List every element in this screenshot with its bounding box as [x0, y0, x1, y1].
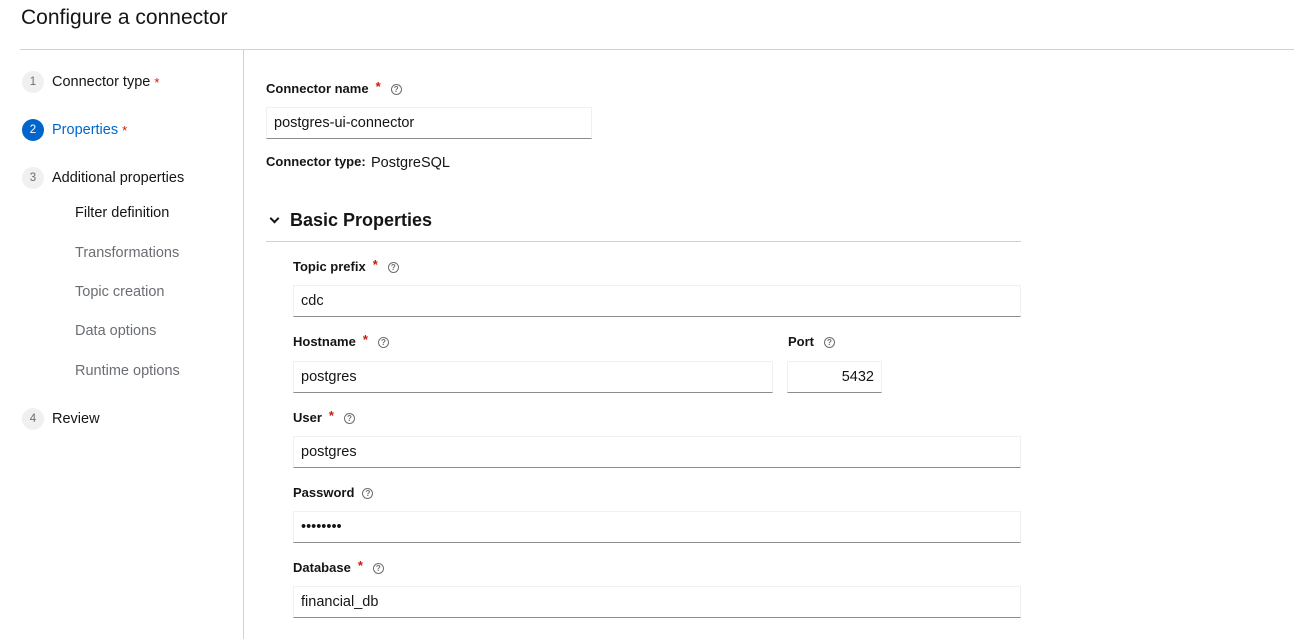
required-marker: * [375, 79, 381, 94]
section-divider [266, 241, 1021, 242]
step-label: Review [52, 411, 100, 427]
help-circle-icon[interactable]: ? [362, 488, 374, 499]
nav-sub-runtime-options[interactable]: Runtime options [75, 363, 180, 379]
required-marker: * [357, 558, 363, 573]
topic-prefix-label: Topic prefix * ? [293, 257, 399, 274]
step-number: 3 [22, 167, 44, 189]
connector-type-value: PostgreSQL [371, 155, 450, 171]
page-title: Configure a connector [21, 6, 228, 29]
required-marker: * [122, 122, 128, 138]
topic-prefix-input[interactable] [293, 285, 1021, 317]
user-input[interactable] [293, 436, 1021, 468]
help-circle-icon[interactable]: ? [343, 413, 355, 424]
step-label: Properties [52, 122, 119, 138]
step-number: 1 [22, 71, 44, 93]
nav-step-properties[interactable]: 2 Properties * [22, 119, 127, 141]
help-circle-icon[interactable]: ? [387, 262, 399, 273]
basic-properties-toggle[interactable]: Basic Properties [268, 210, 432, 231]
topic-prefix-label-text: Topic prefix [293, 259, 366, 274]
hostname-label: Hostname * ? [293, 332, 389, 349]
port-label-text: Port [788, 334, 814, 349]
database-label: Database * ? [293, 558, 384, 575]
help-circle-icon[interactable]: ? [377, 337, 389, 348]
nav-step-review[interactable]: 4 Review [22, 408, 100, 430]
database-label-text: Database [293, 560, 351, 575]
chevron-down-icon [269, 213, 280, 224]
help-circle-icon[interactable]: ? [372, 563, 384, 574]
section-title: Basic Properties [290, 210, 433, 230]
nav-sub-filter-definition[interactable]: Filter definition [75, 205, 169, 221]
connector-type-label: Connector type: [266, 154, 366, 169]
help-circle-icon[interactable]: ? [390, 84, 402, 95]
user-label: User * ? [293, 408, 355, 425]
required-marker: * [154, 74, 160, 90]
password-input[interactable] [293, 511, 1021, 543]
wizard-nav: 1 Connector type * 2 Properties * 3 Addi… [0, 50, 244, 639]
nav-sub-data-options[interactable]: Data options [75, 323, 156, 339]
port-label: Port ? [788, 334, 835, 349]
password-label-text: Password [293, 485, 355, 500]
port-input[interactable] [787, 361, 882, 393]
hostname-input[interactable] [293, 361, 773, 393]
required-marker: * [362, 332, 368, 347]
connector-name-input[interactable] [266, 107, 592, 139]
step-number: 2 [22, 119, 44, 141]
nav-step-additional-properties[interactable]: 3 Additional properties [22, 167, 184, 189]
nav-sub-topic-creation[interactable]: Topic creation [75, 284, 164, 300]
step-label: Additional properties [52, 170, 185, 186]
step-number: 4 [22, 408, 44, 430]
connector-name-label-text: Connector name [266, 81, 369, 96]
required-marker: * [328, 408, 334, 423]
user-label-text: User [293, 410, 322, 425]
password-label: Password ? [293, 485, 374, 500]
required-marker: * [372, 257, 378, 272]
hostname-label-text: Hostname [293, 334, 356, 349]
help-circle-icon[interactable]: ? [824, 337, 835, 348]
connector-name-label: Connector name * ? [266, 79, 402, 96]
nav-step-connector-type[interactable]: 1 Connector type * [22, 71, 159, 93]
step-label: Connector type [52, 74, 151, 90]
database-input[interactable] [293, 586, 1021, 618]
nav-sub-transformations[interactable]: Transformations [75, 245, 179, 261]
